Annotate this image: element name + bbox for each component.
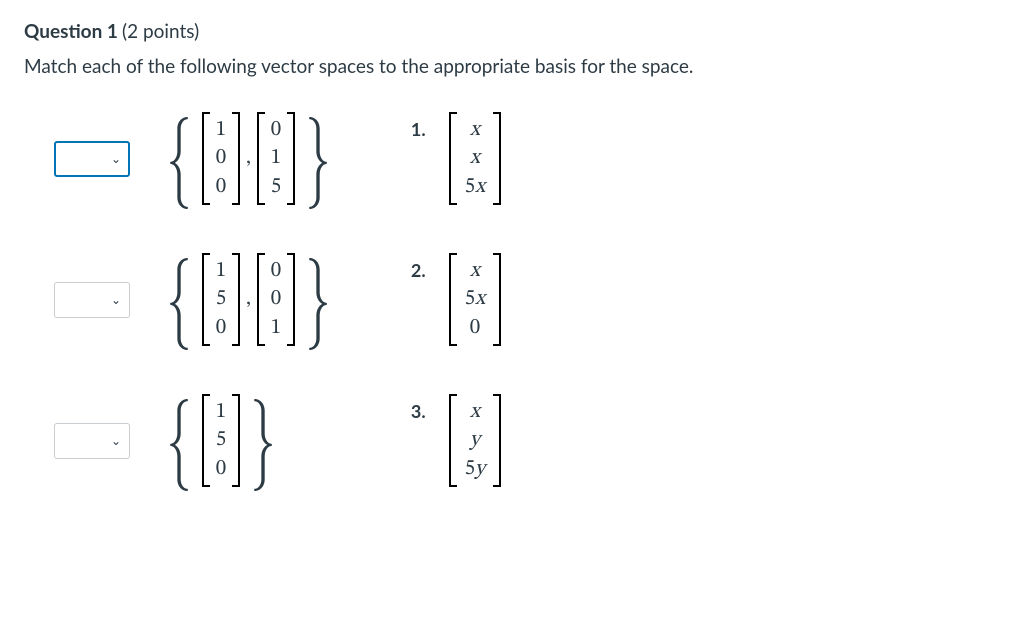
vector-entry: x [461,144,489,172]
vector-entry: 0 [214,144,228,172]
match-area: ⌄{100,015}⌄{150,001}⌄{150} 1.xx5x2.x5x03… [24,112,1000,487]
match-dropdown-3[interactable]: ⌄ [54,423,130,459]
vector-entry: 0 [461,314,489,342]
vector-entry: 5 [269,173,283,201]
option-row: 2. x5x0 [411,253,501,346]
vector-entry: x [461,116,489,144]
vector-entry: 0 [269,116,283,144]
vector-entry: x [461,257,489,285]
chevron-down-icon: ⌄ [111,151,121,166]
match-row: ⌄ {150,001} [54,253,341,346]
match-dropdown-1[interactable]: ⌄ [54,141,130,177]
chevron-down-icon: ⌄ [111,292,121,307]
match-row: ⌄ {100,015} [54,112,341,205]
basis-set: {100,015} [156,112,341,205]
vector-entry: 5 [214,426,228,454]
vector-entry: 1 [214,398,228,426]
basis-set: {150} [156,394,286,487]
question-label: Question 1 [24,20,118,43]
vector-entry: 5 [214,285,228,313]
question-instructions: Match each of the following vector space… [24,55,1000,78]
right-column: 1.xx5x2.x5x03.xy5y [411,112,501,487]
vector-entry: 0 [214,173,228,201]
left-column: ⌄ {100,015} ⌄ {150,001} ⌄ {150} [54,112,341,487]
vector-entry: 1 [214,116,228,144]
question-points: (2 points) [122,20,199,43]
vector-entry: 5y [461,455,489,483]
vector-entry: 0 [269,257,283,285]
vector-entry: 5x [461,285,489,313]
vector-entry: 1 [269,144,283,172]
option-number: 2. [411,253,431,281]
vector-entry: 5x [461,173,489,201]
vector-entry: 0 [214,455,228,483]
match-row: ⌄ {150} [54,394,341,487]
vector-entry: 0 [214,314,228,342]
option-number: 3. [411,394,431,422]
match-dropdown-2[interactable]: ⌄ [54,282,130,318]
vector-entry: 0 [269,285,283,313]
vector-entry: 1 [269,314,283,342]
option-number: 1. [411,112,431,140]
vector-entry: x [461,398,489,426]
vector-entry: y [461,426,489,454]
option-row: 3. xy5y [411,394,501,487]
option-row: 1.xx5x [411,112,501,205]
vector-entry: 1 [214,257,228,285]
chevron-down-icon: ⌄ [111,433,121,448]
basis-set: {150,001} [156,253,341,346]
